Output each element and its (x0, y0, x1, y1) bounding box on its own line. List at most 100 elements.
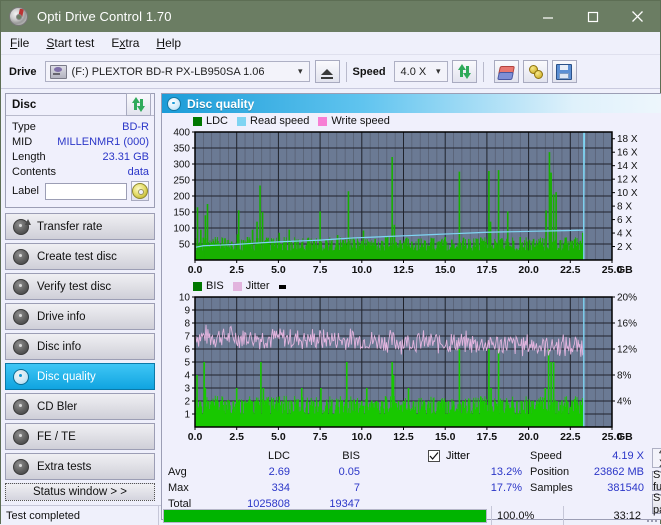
svg-text:5.0: 5.0 (271, 264, 286, 276)
jitter-max: 17.7% (490, 482, 522, 494)
menu-start-test[interactable]: Start test (46, 36, 94, 50)
test-speed-select[interactable]: 4.0 X ▾ (652, 446, 661, 470)
close-icon[interactable] (615, 1, 660, 32)
sidebar-item-verify-test-disc[interactable]: Verify test disc (5, 273, 155, 300)
magnet-icon (528, 64, 543, 79)
svg-text:18 X: 18 X (617, 134, 638, 145)
disc-row-key: Length (12, 150, 46, 163)
erase-button[interactable] (493, 60, 519, 83)
menu-help-rest: elp (165, 36, 182, 50)
svg-text:15.0: 15.0 (435, 431, 456, 443)
disc-icon (13, 458, 29, 475)
drive-label: Drive (9, 65, 37, 78)
svg-text:150: 150 (173, 208, 190, 219)
svg-text:16%: 16% (617, 319, 637, 330)
svg-text:2.5: 2.5 (229, 431, 244, 443)
svg-text:2.5: 2.5 (229, 264, 244, 276)
disc-row-value: 23.31 GB (102, 150, 149, 163)
sidebar-item-disc-info[interactable]: Disc info (5, 333, 155, 360)
svg-text:5: 5 (184, 358, 190, 369)
disc-info-rows: Type BD-R MID MILLENMR1 (000) Length 23.… (6, 116, 154, 207)
resize-grip[interactable] (646, 506, 660, 525)
main-body: Disc Type BD-R MID MILLENMR1 (000) Lengt… (1, 89, 661, 520)
chevron-down-icon: ▾ (298, 66, 303, 76)
disc-refresh-button[interactable] (126, 93, 151, 116)
speed-select[interactable]: 4.0 X ▾ (393, 61, 448, 82)
sidebar-item-create-test-disc[interactable]: Create test disc (5, 243, 155, 270)
app-window: Opti Drive Control 1.70 File Start test … (0, 0, 661, 525)
sidebar-item-label: Verify test disc (37, 280, 112, 293)
legend-label: Read speed (250, 115, 310, 127)
svg-text:12%: 12% (617, 345, 637, 356)
maximize-icon[interactable] (570, 1, 615, 32)
disc-icon (13, 218, 31, 235)
drive-select[interactable]: (F:) PLEXTOR BD-R PX-LB950SA 1.06 ▾ (44, 61, 310, 82)
disc-icon (13, 338, 29, 355)
svg-text:5.0: 5.0 (271, 431, 286, 443)
ldc-chart[interactable]: 50 100 150 200 250 300 350 400 2 X 4 X 6 X 8 X 10 X 1… (165, 128, 661, 278)
marker-swatch (278, 284, 286, 289)
sidebar-item-disc-quality[interactable]: Disc quality (5, 363, 155, 390)
refresh-button[interactable] (451, 60, 477, 83)
svg-text:GB: GB (617, 264, 633, 276)
sidebar-item-transfer-rate[interactable]: Transfer rate (5, 213, 155, 240)
svg-text:2 X: 2 X (617, 242, 632, 253)
save-button[interactable] (551, 60, 577, 83)
start-full-button[interactable]: Start full (652, 469, 661, 493)
svg-text:22.5: 22.5 (560, 431, 581, 443)
disc-label-input[interactable] (44, 182, 127, 200)
disc-icon (9, 7, 28, 26)
sidebar-item-label: Drive info (37, 310, 86, 323)
toolbar-divider-1 (345, 61, 347, 82)
stats-row-avg: Avg 2.69 0.05 (168, 464, 418, 480)
disc-row-key: Type (12, 120, 36, 133)
svg-text:20.0: 20.0 (518, 264, 539, 276)
sidebar-nav: Transfer rate Create test disc Verify te… (5, 213, 155, 483)
legend-swatch (232, 282, 242, 291)
disc-row-mid: MID MILLENMR1 (000) (12, 134, 149, 149)
svg-text:20%: 20% (617, 293, 637, 304)
panel-header: Disc quality (162, 94, 661, 113)
disc-label-button[interactable] (130, 181, 149, 201)
jitter-checkbox[interactable] (428, 450, 440, 462)
stats-bis-max: 7 (353, 482, 360, 494)
page-title: Disc quality (187, 96, 255, 111)
disc-row-length: Length 23.31 GB (12, 149, 149, 164)
sidebar-item-fe-te[interactable]: FE / TE (5, 423, 155, 450)
disc-icon (13, 278, 29, 295)
magnet-button[interactable] (522, 60, 548, 83)
menu-extra[interactable]: Extra (111, 36, 139, 50)
svg-text:7: 7 (184, 332, 190, 343)
bis-jitter-chart[interactable]: 1 2 3 4 5 6 7 8 9 10 4% 8% 12% 16% 20% 0.0 2.5 5.0 7.5 10.0… (165, 293, 661, 445)
svg-text:10: 10 (179, 293, 191, 304)
toolbar: Drive (F:) PLEXTOR BD-R PX-LB950SA 1.06 … (1, 55, 660, 89)
sidebar-item-label: Disc quality (37, 370, 96, 383)
svg-text:300: 300 (173, 160, 190, 171)
menu-file[interactable]: File (10, 36, 29, 50)
sidebar: Disc Type BD-R MID MILLENMR1 (000) Lengt… (1, 89, 159, 505)
sidebar-item-label: Transfer rate (37, 220, 103, 233)
svg-text:4: 4 (184, 371, 190, 382)
title-bar: Opti Drive Control 1.70 (1, 1, 660, 32)
speed-label: Speed (352, 65, 386, 78)
disc-row-key: Contents (12, 165, 57, 178)
svg-text:20.0: 20.0 (518, 431, 539, 443)
menu-help[interactable]: Help (156, 36, 181, 50)
disc-icon (13, 308, 29, 325)
sidebar-item-cd-bler[interactable]: CD Bler (5, 393, 155, 420)
sidebar-item-drive-info[interactable]: Drive info (5, 303, 155, 330)
stats-row-label: Avg (168, 466, 187, 478)
elapsed-time: 33:12 (613, 509, 641, 522)
legend-entry-jitter: Jitter (232, 281, 270, 292)
minimize-icon[interactable] (525, 1, 570, 32)
svg-text:17.5: 17.5 (477, 431, 498, 443)
svg-text:7.5: 7.5 (313, 431, 328, 443)
status-window-button[interactable]: Status window > > (5, 483, 155, 501)
eject-button[interactable] (314, 60, 340, 83)
samples-label: Samples (530, 482, 573, 494)
svg-text:400: 400 (173, 128, 190, 139)
sidebar-item-extra-tests[interactable]: Extra tests (5, 453, 155, 480)
disc-icon (13, 248, 29, 265)
progress-cell (159, 506, 492, 525)
disc-icon (13, 428, 29, 445)
